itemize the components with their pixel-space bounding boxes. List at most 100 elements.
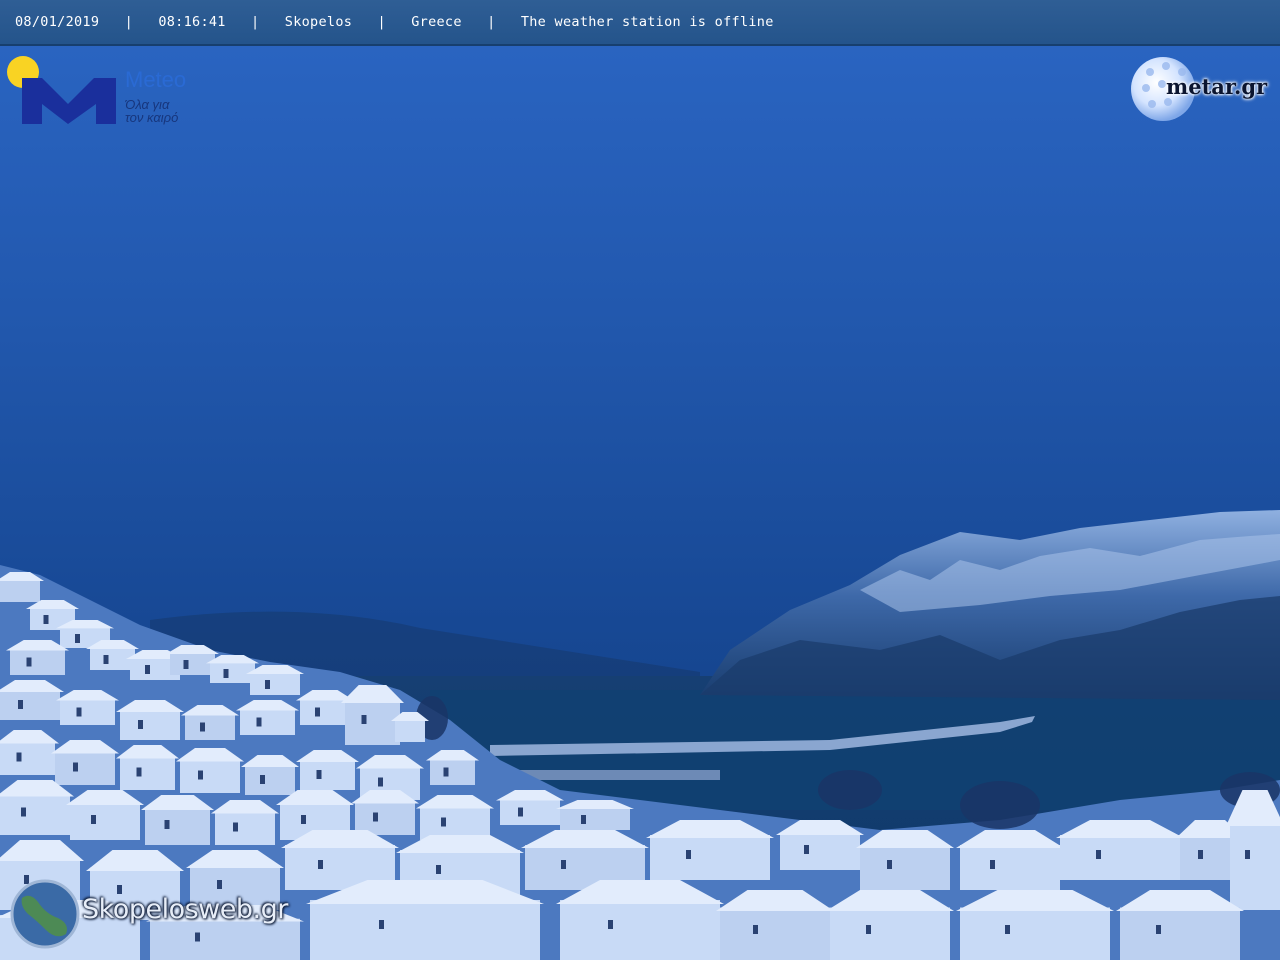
date-text: 08/01/2019 (15, 14, 100, 30)
house-wall (860, 845, 950, 890)
house-window (164, 820, 170, 829)
house-wall (560, 900, 720, 960)
house-window (91, 815, 96, 824)
house-window (866, 925, 871, 934)
house-window (256, 717, 262, 727)
house-window (183, 660, 189, 669)
house-wall (1120, 907, 1240, 960)
house-window (198, 770, 203, 780)
house-window (136, 767, 142, 777)
house-wall (170, 652, 215, 675)
house-wall (0, 741, 55, 775)
house-wall (245, 765, 295, 795)
house-window (316, 770, 322, 779)
station-status-text: The weather station is offline (520, 14, 774, 30)
house-window (608, 920, 613, 929)
webcam-info-bar: 08/01/2019 | 08:16:41 | Skopelos | Greec… (0, 0, 1280, 46)
house-window (518, 807, 523, 817)
house-window (217, 880, 222, 889)
house-wall (780, 832, 860, 870)
house-window (24, 875, 29, 884)
house-wall (145, 807, 210, 845)
house-wall (60, 698, 115, 725)
house-window (1156, 925, 1161, 934)
webcam-scene (0, 0, 1280, 960)
house-window (260, 775, 265, 784)
house-wall (830, 907, 950, 960)
house-window (361, 715, 367, 724)
house-window (378, 777, 383, 787)
house-window (301, 815, 306, 824)
house-wall (1230, 820, 1280, 910)
house-window (26, 657, 32, 667)
house-wall (250, 672, 300, 695)
house-window (318, 860, 323, 869)
house-window (145, 665, 150, 674)
house-window (76, 707, 82, 717)
country-text: Greece (411, 14, 462, 30)
house-wall (70, 802, 140, 840)
house-window (1005, 925, 1010, 934)
house-wall (120, 756, 175, 790)
meteo-logo-name: Meteo (125, 67, 187, 92)
house-window (117, 885, 122, 894)
house-window (21, 807, 26, 817)
house-wall (240, 708, 295, 735)
house-wall (650, 835, 770, 880)
location-text: Skopelos (284, 14, 353, 30)
house-window (43, 615, 49, 624)
house-wall (500, 798, 560, 825)
house-window (990, 860, 995, 869)
house-wall (10, 648, 65, 675)
house-wall (395, 719, 425, 742)
house-wall (0, 793, 70, 835)
separator: | (377, 14, 386, 30)
house-window (1245, 850, 1250, 859)
house-window (436, 865, 441, 874)
house-window (1096, 850, 1101, 859)
house-window (753, 925, 758, 934)
house-window (443, 767, 449, 777)
house-window (1198, 850, 1203, 859)
skopelosweb-logo-text: Skopelosweb.gr (82, 894, 288, 925)
separator: | (124, 14, 134, 30)
house-window (195, 932, 200, 942)
house-wall (0, 690, 60, 720)
time-text: 08:16:41 (158, 14, 226, 30)
meteo-tagline-2: τον καιρό (125, 110, 179, 125)
house-window (75, 634, 80, 643)
house-wall (560, 807, 630, 830)
house-wall (210, 662, 255, 683)
house-wall (960, 907, 1110, 960)
info-text: 08/01/2019 | 08:16:41 | Skopelos | Greec… (15, 14, 774, 30)
house-wall (215, 811, 275, 845)
house-window (233, 822, 238, 832)
house-window (16, 752, 22, 762)
house-wall (1060, 835, 1180, 880)
house-window (379, 920, 384, 929)
house-window (804, 845, 809, 854)
house-wall (185, 713, 235, 740)
house-window (200, 722, 205, 732)
house-window (73, 762, 78, 772)
house-window (561, 860, 566, 869)
house-window (581, 815, 586, 824)
house-window (18, 700, 23, 709)
house-window (441, 817, 446, 827)
house-window (887, 860, 892, 869)
house-wall (120, 710, 180, 740)
house-wall (55, 751, 115, 785)
house-wall (310, 900, 540, 960)
house-wall (420, 806, 490, 840)
house-wall (355, 801, 415, 835)
metar-logo-text: metar.gr (1166, 74, 1268, 99)
house-window (686, 850, 691, 859)
separator: | (251, 14, 260, 30)
house-wall (180, 759, 240, 793)
house-wall (720, 907, 830, 960)
house-wall (0, 579, 40, 602)
house-wall (300, 760, 355, 790)
house-wall (430, 758, 475, 785)
house-window (223, 669, 229, 678)
house-window (315, 707, 320, 717)
